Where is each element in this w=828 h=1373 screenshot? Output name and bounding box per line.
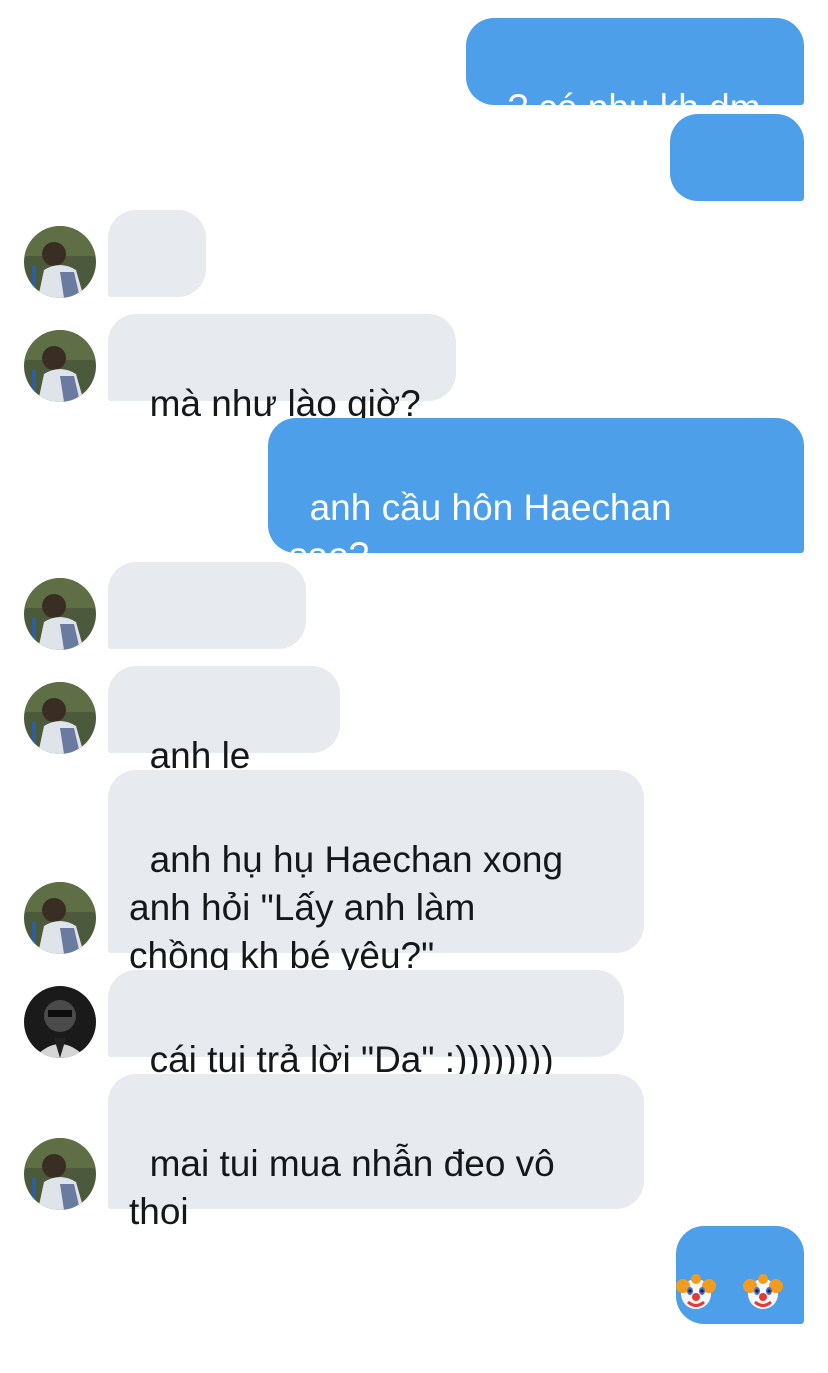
contact-avatar[interactable] [24,578,96,650]
sent-message[interactable]: ???? [670,114,804,272]
contact-avatar[interactable] [24,882,96,954]
contact-avatar-alt[interactable] [24,986,96,1058]
clown-face-icon [676,1177,737,1373]
received-message[interactable]: cái tui trả lời "Dạ" :)))))))) [108,970,624,1080]
received-message[interactable]: hihhihihi [108,562,306,720]
contact-avatar[interactable] [24,1138,96,1210]
message-text: anh cầu hôn Haechan sao? [289,487,672,576]
contact-avatar[interactable] [24,682,96,754]
message-text: mai tui mua nhẫn đeo vô thoi [129,1143,555,1232]
contact-avatar[interactable] [24,226,96,298]
received-message[interactable]: anh hụ hụ Haechan xong anh hỏi "Lấy anh … [108,770,644,976]
message-text: anh hụ hụ Haechan xong anh hỏi "Lấy anh … [129,839,564,976]
message-text: ???? [691,231,774,272]
contact-avatar[interactable] [24,330,96,402]
sent-message[interactable]: ? có phụ kh dm [466,18,804,128]
received-message[interactable]: mà như lào giờ? [108,314,456,424]
received-message[interactable]: mai tui mua nhẫn đeo vô thoi [108,1074,644,1232]
received-message[interactable]: có [108,210,206,368]
sent-message[interactable] [676,1226,804,1324]
clown-face-icon [743,1177,804,1373]
received-message[interactable]: anh lẹ lắm [108,666,340,824]
sent-message[interactable]: anh cầu hôn Haechan sao? [268,418,804,576]
